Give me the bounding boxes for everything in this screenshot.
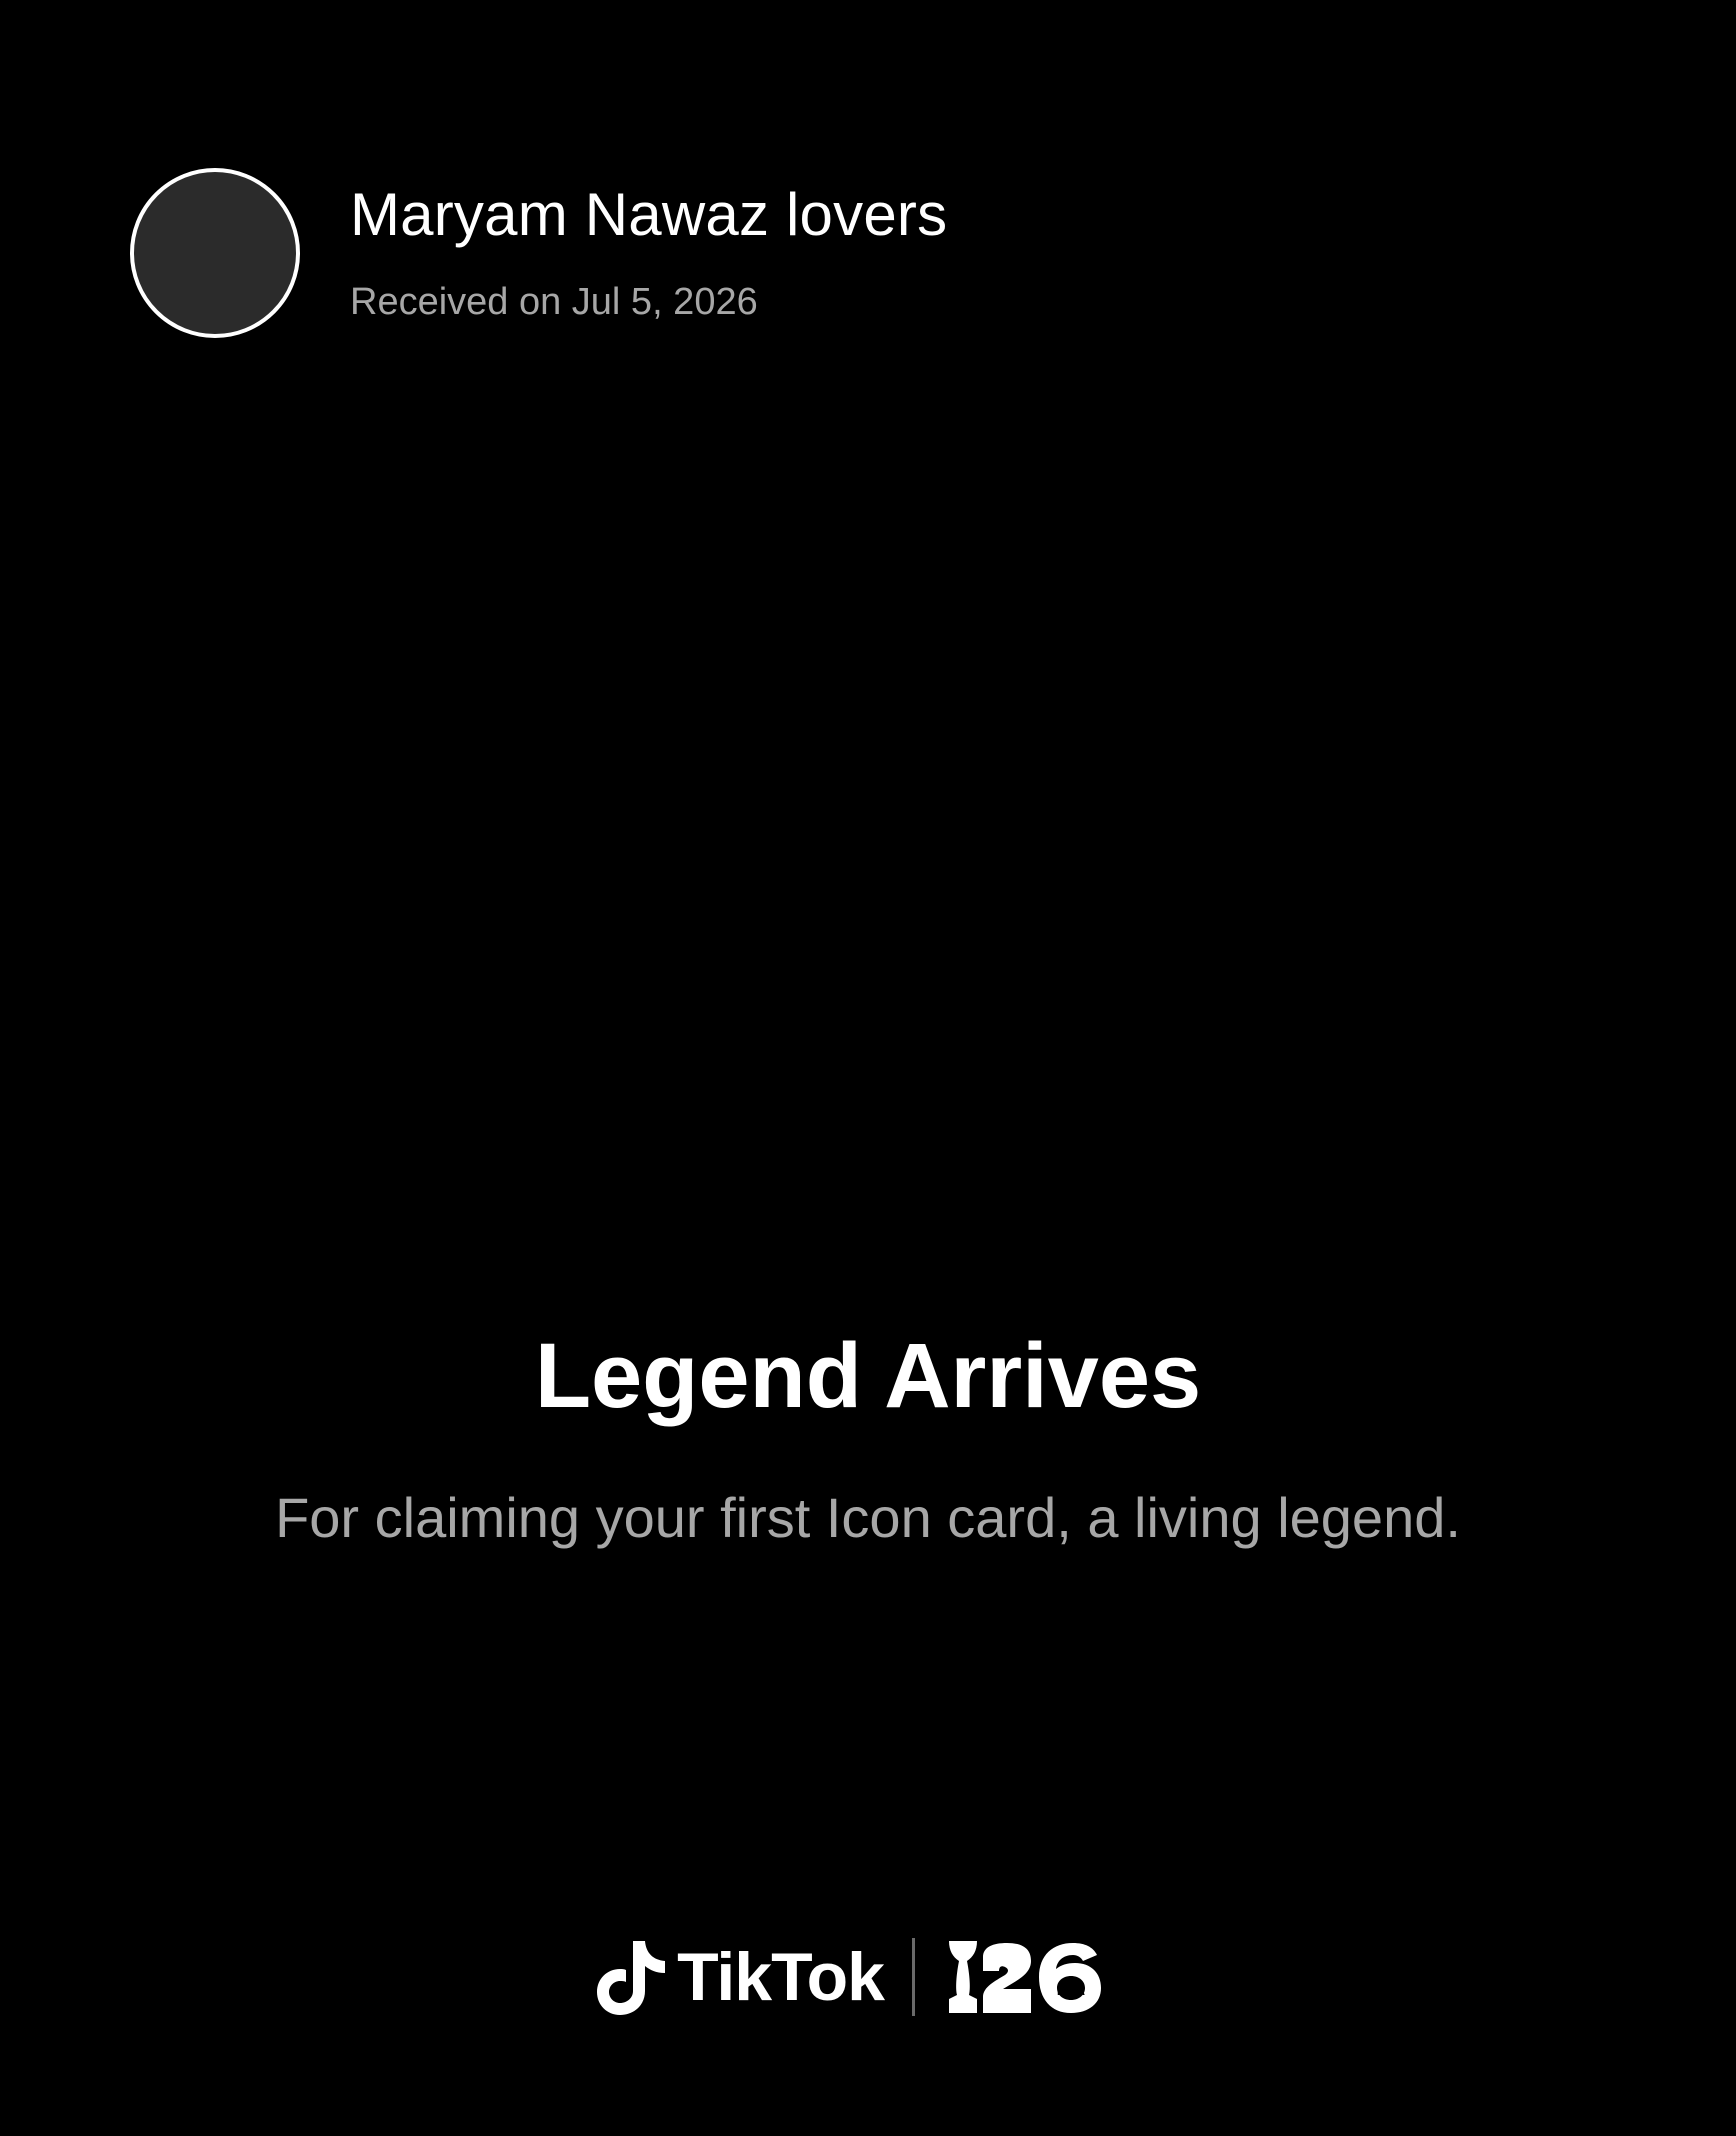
recipient-header: Maryam Nawaz lovers Received on Jul 5, 2… [130, 168, 947, 338]
badge-description: For claiming your first Icon card, a liv… [275, 1486, 1461, 1549]
fifa-label: FIFA [1057, 1983, 1086, 1998]
logo-divider [911, 1938, 915, 2016]
username[interactable]: Maryam Nawaz lovers [350, 185, 947, 245]
fifa-trophy-26-icon: FIFA [948, 1941, 1101, 2013]
badge-title: Legend Arrives [534, 1325, 1202, 1427]
avatar[interactable] [130, 168, 300, 338]
tiktok-wordmark: TikTok [677, 1939, 885, 2015]
brand-footer: TikTok FIFA [0, 1935, 1736, 2019]
tiktok-logo: TikTok [593, 1935, 885, 2019]
tiktok-note-icon [597, 1941, 666, 2015]
fifa-26-logo: FIFA [943, 1937, 1143, 2017]
received-date: Received on Jul 5, 2026 [350, 281, 758, 323]
recipient-info: Maryam Nawaz lovers Received on Jul 5, 2… [350, 185, 947, 323]
